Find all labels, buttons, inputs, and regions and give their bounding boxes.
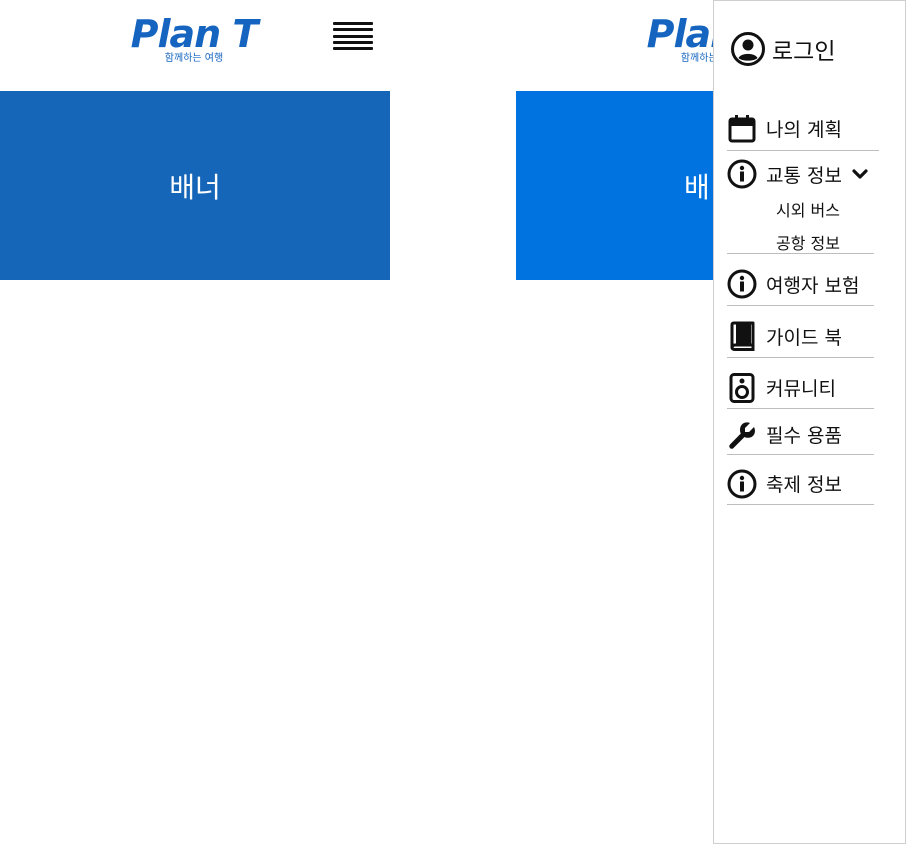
login-button[interactable]: 로그인 [730, 31, 835, 67]
menu-item-guide-book[interactable]: 가이드 북 [727, 315, 874, 358]
menu-item-festival-info[interactable]: 축제 정보 [727, 463, 874, 505]
divider [727, 253, 874, 254]
login-label: 로그인 [772, 39, 836, 65]
menu-label: 가이드 북 [766, 326, 842, 349]
menu-item-transport[interactable]: 교통 정보 [727, 157, 874, 191]
side-drawer: 로그인 나의 계획 교통 정보 시외 버스 공항 정보 여행자 보험 가이드 북… [713, 0, 906, 844]
info-icon [727, 469, 757, 498]
banner-label: 배 [684, 170, 710, 204]
chevron-down-icon[interactable] [852, 166, 868, 182]
menu-item-essentials[interactable]: 필수 용품 [727, 415, 874, 455]
calendar-icon [728, 114, 756, 142]
user-circle-icon [731, 32, 765, 66]
speaker-icon [729, 372, 755, 403]
submenu-item-intercity-bus[interactable]: 시외 버스 [776, 197, 840, 221]
submenu-item-airport-info[interactable]: 공항 정보 [776, 230, 840, 254]
logo-title: Plan T [130, 12, 259, 56]
logo[interactable]: Plan T 함께하는 여행 [124, 14, 264, 65]
banner-label: 배너 [169, 170, 221, 204]
hamburger-menu-icon[interactable] [333, 22, 373, 50]
banner: 배너 [0, 91, 390, 280]
menu-label: 나의 계획 [766, 119, 842, 141]
wrench-icon [729, 421, 755, 449]
menu-label: 축제 정보 [766, 474, 842, 496]
menu-item-my-plan[interactable]: 나의 계획 [727, 107, 879, 151]
menu-label: 여행자 보험 [766, 274, 860, 297]
menu-label: 교통 정보 [766, 164, 842, 187]
info-icon [727, 159, 757, 189]
menu-label: 필수 용품 [766, 425, 842, 447]
menu-label: 커뮤니티 [766, 378, 836, 400]
book-icon [730, 321, 755, 351]
menu-item-travel-insurance[interactable]: 여행자 보험 [727, 263, 874, 306]
menu-item-community[interactable]: 커뮤니티 [727, 367, 874, 409]
info-icon [727, 269, 757, 299]
